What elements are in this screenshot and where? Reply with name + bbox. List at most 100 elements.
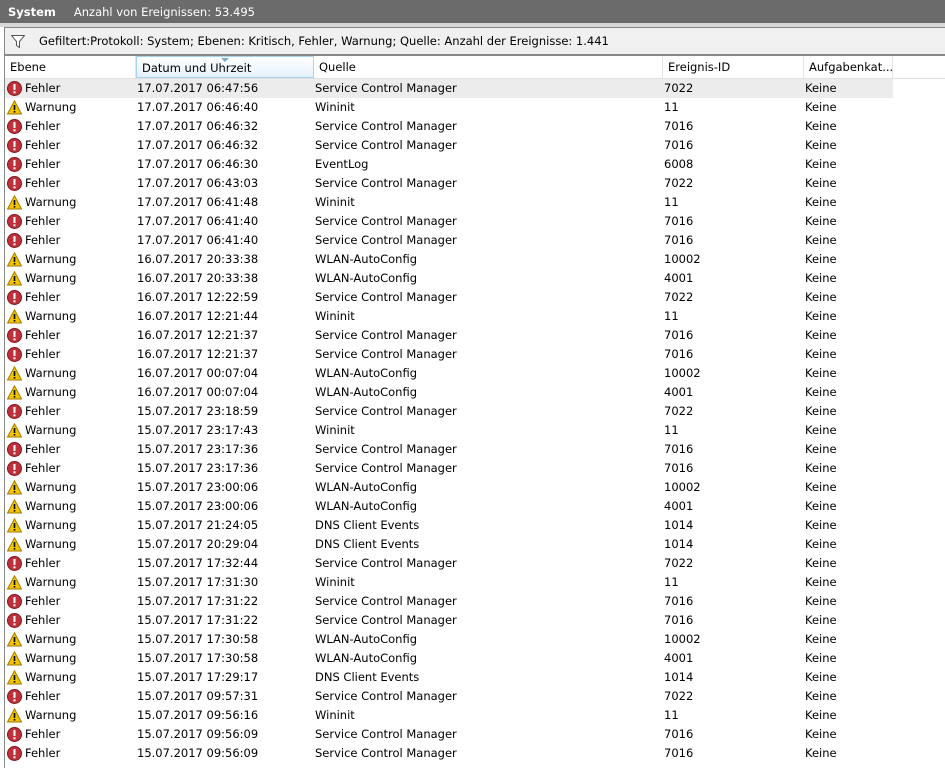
column-ebene[interactable]: Ebene (5, 56, 136, 78)
cell-task-category: Keine (805, 366, 837, 380)
cell-source: WLAN-AutoConfig (315, 480, 418, 494)
cell-date-time: 15.07.2017 17:31:22 (137, 594, 259, 608)
column-quelle[interactable]: Quelle (314, 56, 663, 78)
cell-level: Fehler (25, 613, 61, 627)
cell-level: Warnung (25, 309, 77, 323)
table-row[interactable]: Fehler 15.07.2017 17:31:22 Service Control… (5, 611, 893, 630)
table-row[interactable]: Warnung 15.07.2017 23:00:06 WLAN-AutoConfi… (5, 478, 893, 497)
error-icon (7, 613, 22, 628)
error-icon (7, 176, 22, 191)
cell-event-id: 11 (664, 195, 679, 209)
cell-event-id: 4001 (664, 385, 694, 399)
column-datum[interactable]: Datum und Uhrzeit (136, 56, 314, 78)
error-icon (7, 233, 22, 248)
cell-date-time: 15.07.2017 23:17:43 (137, 423, 259, 437)
table-row[interactable]: Warnung 15.07.2017 20:29:04 DNS Client Eve… (5, 535, 893, 554)
cell-task-category: Keine (805, 727, 837, 741)
cell-level: Warnung (25, 385, 77, 399)
table-row[interactable]: Fehler 17.07.2017 06:43:03 Service Control… (5, 174, 893, 193)
table-row[interactable]: Fehler 17.07.2017 06:46:32 Service Control… (5, 117, 893, 136)
cell-source: WLAN-AutoConfig (315, 499, 418, 513)
table-row[interactable]: Fehler 16.07.2017 12:22:59 Service Control… (5, 288, 893, 307)
cell-event-id: 7022 (664, 689, 694, 703)
table-row[interactable]: Warnung 16.07.2017 20:33:38 WLAN-AutoConfi… (5, 269, 893, 288)
table-row[interactable]: Fehler 17.07.2017 06:46:30 EventLog 6008 Kei… (5, 155, 893, 174)
cell-date-time: 16.07.2017 12:21:44 (137, 309, 259, 323)
table-row[interactable]: Warnung 16.07.2017 12:21:44 Wininit 11 Keine (5, 307, 893, 326)
error-icon (7, 157, 22, 172)
warning-icon (7, 537, 22, 552)
table-row[interactable]: Warnung 16.07.2017 00:07:04 WLAN-AutoConfi… (5, 383, 893, 402)
table-row[interactable]: Fehler 15.07.2017 09:57:31 Service Control… (5, 687, 893, 706)
cell-source: Service Control Manager (315, 442, 457, 456)
table-row[interactable]: Fehler 15.07.2017 23:18:59 Service Control… (5, 402, 893, 421)
cell-level: Fehler (25, 727, 61, 741)
cell-date-time: 15.07.2017 23:17:36 (137, 442, 259, 456)
table-row[interactable]: Warnung 15.07.2017 21:24:05 DNS Client Eve… (5, 516, 893, 535)
cell-task-category: Keine (805, 328, 837, 342)
table-row[interactable]: Fehler 17.07.2017 06:47:56 Service Control… (5, 79, 893, 98)
table-row[interactable]: Fehler 15.07.2017 17:32:44 Service Control… (5, 554, 893, 573)
warning-icon (7, 271, 22, 286)
table-row[interactable]: Fehler 15.07.2017 17:31:22 Service Control… (5, 592, 893, 611)
cell-task-category: Keine (805, 271, 837, 285)
column-ereignis-id[interactable]: Ereignis-ID (663, 56, 804, 78)
cell-level: Fehler (25, 746, 61, 760)
cell-task-category: Keine (805, 537, 837, 551)
cell-source: Service Control Manager (315, 746, 457, 760)
cell-event-id: 7016 (664, 119, 694, 133)
cell-source: Service Control Manager (315, 138, 457, 152)
table-row[interactable]: Warnung 15.07.2017 23:17:43 Wininit 11 Keine (5, 421, 893, 440)
warning-icon (7, 632, 22, 647)
table-row[interactable]: Warnung 15.07.2017 09:56:16 Wininit 11 Keine (5, 706, 893, 725)
cell-event-id: 11 (664, 423, 679, 437)
cell-event-id: 6008 (664, 157, 694, 171)
table-row[interactable]: Warnung 17.07.2017 06:41:48 Wininit 11 Keine (5, 193, 893, 212)
cell-event-id: 7022 (664, 81, 694, 95)
table-row[interactable]: Fehler 15.07.2017 09:56:09 Service Control… (5, 744, 893, 763)
cell-source: WLAN-AutoConfig (315, 385, 418, 399)
cell-date-time: 15.07.2017 21:24:05 (137, 518, 259, 532)
cell-event-id: 7022 (664, 176, 694, 190)
cell-level: Fehler (25, 404, 61, 418)
cell-source: Service Control Manager (315, 613, 457, 627)
table-row[interactable]: Fehler 16.07.2017 12:21:37 Service Control… (5, 326, 893, 345)
table-row[interactable]: Warnung 15.07.2017 17:30:58 WLAN-AutoConfi… (5, 649, 893, 668)
table-row[interactable]: Fehler 16.07.2017 12:21:37 Service Control… (5, 345, 893, 364)
cell-event-id: 7022 (664, 556, 694, 570)
cell-level: Fehler (25, 689, 61, 703)
warning-icon (7, 499, 22, 514)
table-row[interactable]: Warnung 17.07.2017 06:46:40 Wininit 11 Keine (5, 98, 893, 117)
cell-level: Fehler (25, 233, 61, 247)
table-row[interactable]: Warnung 16.07.2017 00:07:04 WLAN-AutoConfi… (5, 364, 893, 383)
cell-task-category: Keine (805, 385, 837, 399)
table-row[interactable]: Fehler 15.07.2017 23:17:36 Service Control… (5, 459, 893, 478)
cell-level: Warnung (25, 537, 77, 551)
table-row[interactable]: Warnung 15.07.2017 17:29:17 DNS Client Eve… (5, 668, 893, 687)
error-icon (7, 594, 22, 609)
table-row[interactable]: Warnung 15.07.2017 17:31:30 Wininit 11 Keine (5, 573, 893, 592)
column-aufgabenkategorie[interactable]: Aufgabenkat... (804, 56, 893, 78)
table-row[interactable]: Warnung 15.07.2017 17:30:58 WLAN-AutoConfi… (5, 630, 893, 649)
cell-date-time: 17.07.2017 06:41:48 (137, 195, 259, 209)
cell-event-id: 1014 (664, 670, 694, 684)
cell-task-category: Keine (805, 480, 837, 494)
cell-date-time: 15.07.2017 09:57:31 (137, 689, 259, 703)
error-icon (7, 81, 22, 96)
table-row[interactable]: Fehler 17.07.2017 06:41:40 Service Control… (5, 231, 893, 250)
cell-task-category: Keine (805, 404, 837, 418)
cell-level: Warnung (25, 651, 77, 665)
table-row[interactable]: Fehler 15.07.2017 23:17:36 Service Control… (5, 440, 893, 459)
event-count: Anzahl von Ereignissen: 53.495 (73, 4, 255, 19)
table-row[interactable]: Fehler 17.07.2017 06:46:32 Service Control… (5, 136, 893, 155)
cell-level: Fehler (25, 594, 61, 608)
cell-date-time: 16.07.2017 20:33:38 (137, 252, 259, 266)
filter-bar: Gefiltert:Protokoll: System; Ebenen: Kri… (5, 28, 945, 56)
log-name: System (8, 4, 56, 19)
table-row[interactable]: Warnung 15.07.2017 23:00:06 WLAN-AutoConfi… (5, 497, 893, 516)
table-row[interactable]: Fehler 15.07.2017 09:56:09 Service Control… (5, 725, 893, 744)
warning-icon (7, 651, 22, 666)
table-row[interactable]: Warnung 16.07.2017 20:33:38 WLAN-AutoConfi… (5, 250, 893, 269)
cell-source: Service Control Manager (315, 81, 457, 95)
table-row[interactable]: Fehler 17.07.2017 06:41:40 Service Control… (5, 212, 893, 231)
